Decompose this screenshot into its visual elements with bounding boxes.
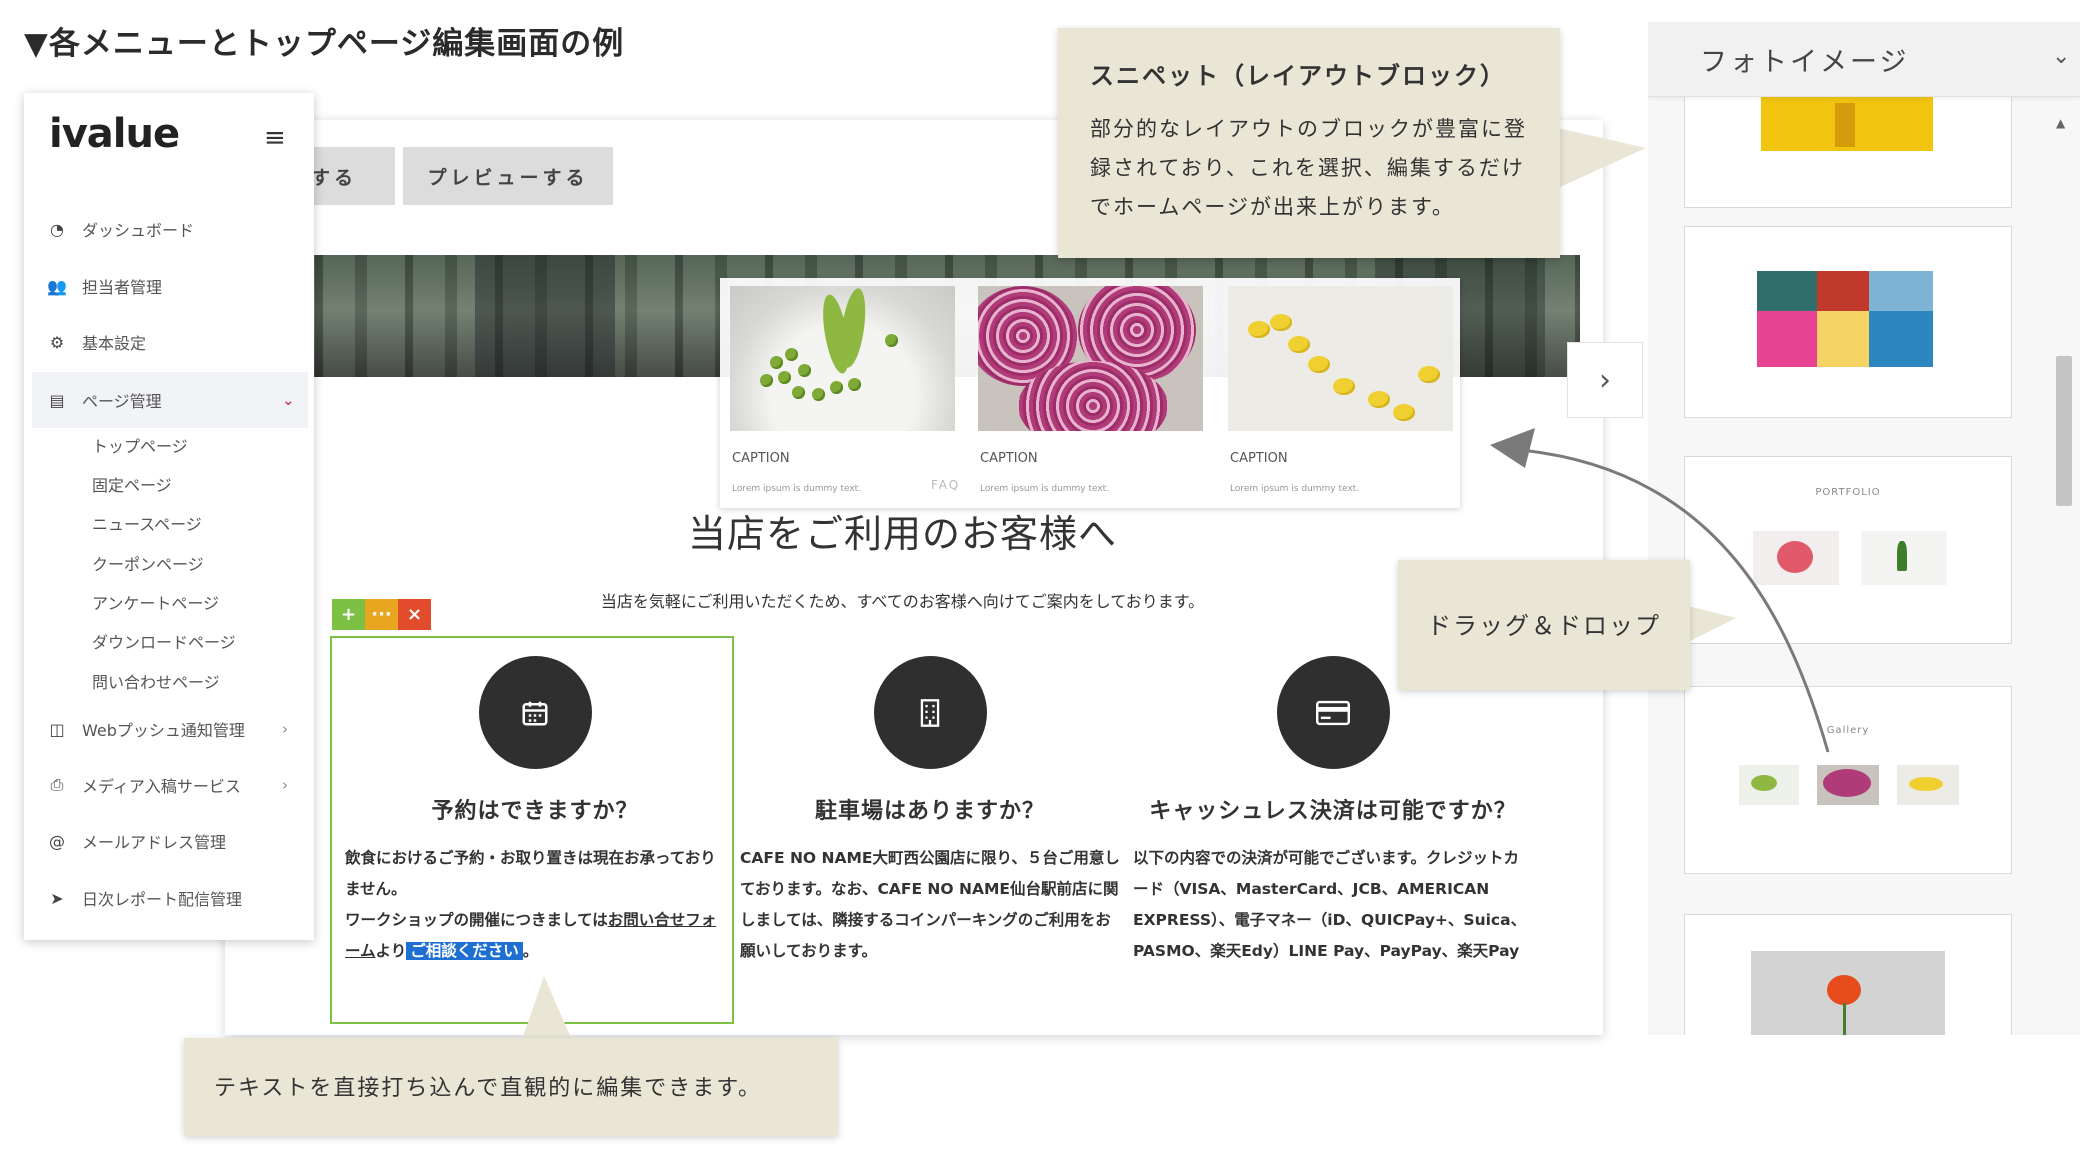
sidebar-item-label: ダッシュボード: [82, 221, 195, 240]
sidebar-subitem-coupon[interactable]: クーポンページ: [92, 551, 204, 575]
page-title: ▼各メニューとトップページ編集画面の例: [24, 26, 625, 62]
callout-pointer: [522, 976, 572, 1040]
sidebar-subitem-fixed[interactable]: 固定ページ: [92, 472, 172, 496]
column-body[interactable]: 以下の内容での決済が可能でございます。クレジットカード（VISA、MasterC…: [1133, 843, 1533, 967]
faq-column[interactable]: 駐車場はありますか？ CAFE NO NAME大町西公園店に限り、５台ご用意して…: [740, 656, 1120, 967]
calendar-icon: [478, 656, 592, 769]
columns-icon: ◫: [49, 719, 65, 739]
credit-card-icon: [1276, 656, 1390, 769]
sidebar-item-push[interactable]: ◫ Webプッシュ通知管理 ›: [32, 703, 308, 755]
snippet-card[interactable]: [1684, 226, 2012, 418]
users-icon: 👥: [47, 276, 67, 296]
block-toolbar: + ··· ×: [332, 599, 431, 630]
sidebar-item-dashboard[interactable]: ◔ ダッシュボード: [32, 203, 308, 255]
sidebar-item-report[interactable]: ➤ 日次レポート配信管理: [32, 872, 308, 924]
drag-drop-callout: ドラッグ＆ドロップ: [1398, 560, 1690, 690]
delete-block-button[interactable]: ×: [398, 599, 431, 630]
scrollbar-thumb[interactable]: [2056, 356, 2072, 506]
preview-button[interactable]: プレビューする: [403, 147, 613, 205]
chevron-down-icon: ⌄: [282, 391, 295, 409]
gallery-item: CAPTION Lorem ipsum is dummy text.: [730, 286, 955, 494]
sidebar-item-label: 日次レポート配信管理: [82, 890, 243, 909]
document-icon: ▤: [49, 390, 65, 410]
printer-icon: ⎙: [50, 775, 64, 794]
send-icon: ➤: [50, 888, 64, 908]
snippet-card[interactable]: Gallery: [1684, 686, 2012, 874]
column-title[interactable]: 予約はできますか？: [345, 793, 725, 825]
chevron-right-icon[interactable]: ›: [1567, 342, 1643, 418]
chevron-right-icon: ›: [282, 720, 288, 738]
column-title[interactable]: キャッシュレス決済は可能ですか？: [1133, 793, 1533, 825]
sidebar-subitem-contact[interactable]: 問い合わせページ: [92, 669, 220, 693]
gallery-text: Lorem ipsum is dummy text.: [732, 484, 862, 494]
chevron-down-icon: ⌄: [2052, 44, 2071, 69]
gallery-text: Lorem ipsum is dummy text.: [1230, 484, 1360, 494]
sidebar-subitem-top[interactable]: トップページ: [92, 433, 188, 457]
faq-column[interactable]: キャッシュレス決済は可能ですか？ 以下の内容での決済が可能でございます。クレジッ…: [1133, 656, 1533, 967]
admin-sidebar: ivalue ≡ ◔ ダッシュボード 👥 担当者管理 ⚙ 基本設定 ▤ ページ管…: [24, 93, 314, 940]
gallery-caption: CAPTION: [732, 451, 790, 466]
sidebar-subitem-download[interactable]: ダウンロードページ: [92, 629, 236, 653]
lemon-image: [1228, 286, 1453, 431]
selected-text[interactable]: ご相談ください: [406, 942, 523, 960]
gallery-item: CAPTION Lorem ipsum is dummy text.: [1228, 286, 1453, 494]
column-body[interactable]: CAFE NO NAME大町西公園店に限り、５台ご用意しております。なお、CAF…: [740, 843, 1120, 967]
sidebar-item-media[interactable]: ⎙ メディア入稿サービス ›: [32, 759, 308, 811]
dashboard-icon: ◔: [50, 219, 64, 239]
scroll-up-icon[interactable]: ▲: [2056, 116, 2065, 130]
at-icon: @: [49, 831, 65, 851]
callout-title: スニペット（レイアウトブロック）: [1090, 62, 1506, 90]
sidebar-item-label: 担当者管理: [82, 278, 163, 297]
logo: ivalue: [49, 111, 180, 157]
gear-icon: ⚙: [49, 332, 65, 352]
gallery-text: Lorem ipsum is dummy text.: [980, 484, 1110, 494]
sidebar-item-label: 基本設定: [82, 334, 147, 353]
snippet-card[interactable]: [1684, 96, 2012, 208]
callout-text: 部分的なレイアウトのブロックが豊富に登録されており、これを選択、編集するだけでホ…: [1090, 117, 1527, 219]
callout-pointer: [1558, 128, 1646, 188]
gallery-item: CAPTION Lorem ipsum is dummy text.: [978, 286, 1203, 494]
sidebar-subitem-news[interactable]: ニュースページ: [92, 511, 202, 535]
snippet-category-select[interactable]: フォトイメージ ⌄: [1648, 22, 2080, 97]
snippet-callout: スニペット（レイアウトブロック） 部分的なレイアウトのブロックが豊富に登録されて…: [1058, 28, 1560, 258]
section-title[interactable]: 当店をご利用のお客様へ: [225, 503, 1580, 558]
card-label: PORTFOLIO: [1815, 487, 1881, 498]
more-options-button[interactable]: ···: [365, 599, 398, 630]
sidebar-item-users[interactable]: 👥 担当者管理: [32, 260, 308, 312]
callout-pointer: [1688, 606, 1736, 642]
menu-toggle-icon[interactable]: ≡: [264, 123, 286, 153]
snippet-category-label: フォトイメージ: [1700, 47, 1910, 78]
column-body[interactable]: 飲食におけるご予約・お取り置きは現在お承っておりません。 ワークショップの開催につ…: [345, 843, 725, 967]
building-icon: [873, 656, 987, 769]
sidebar-item-label: Webプッシュ通知管理: [82, 721, 245, 740]
callout-text: テキストを直接打ち込んで直観的に編集できます。: [214, 1076, 763, 1101]
gallery-caption: CAPTION: [1230, 451, 1288, 466]
peas-image: [730, 286, 955, 431]
column-title[interactable]: 駐車場はありますか？: [740, 793, 1120, 825]
sidebar-item-email[interactable]: @ メールアドレス管理: [32, 815, 308, 867]
faq-column[interactable]: 予約はできますか？ 飲食におけるご予約・お取り置きは現在お承っておりません。 ワー…: [345, 656, 725, 967]
sidebar-item-label: ページ管理: [82, 392, 162, 411]
card-label: Gallery: [1826, 725, 1870, 736]
sidebar-item-label: メールアドレス管理: [82, 833, 227, 852]
onion-image: [978, 286, 1203, 431]
chevron-right-icon: ›: [282, 776, 288, 794]
snippet-panel: フォトイメージ ⌄ PORTFOLIO Gallery ▲: [1648, 22, 2080, 1035]
snippet-card[interactable]: [1684, 914, 2012, 1035]
gallery-snippet[interactable]: CAPTION Lorem ipsum is dummy text. CAPTI…: [720, 278, 1460, 508]
gallery-caption: CAPTION: [980, 451, 1038, 466]
text-edit-callout: テキストを直接打ち込んで直観的に編集できます。: [184, 1038, 838, 1136]
callout-text: ドラッグ＆ドロップ: [1427, 612, 1661, 640]
sidebar-item-pages[interactable]: ▤ ページ管理 ⌄: [32, 372, 308, 428]
add-block-button[interactable]: +: [332, 599, 365, 630]
sidebar-item-label: メディア入稿サービス: [82, 777, 241, 796]
scrollbar[interactable]: ▲: [2053, 116, 2075, 1021]
sidebar-item-settings[interactable]: ⚙ 基本設定: [32, 316, 308, 368]
sidebar-subitem-survey[interactable]: アンケートページ: [92, 590, 219, 614]
faq-label: FAQ: [931, 478, 961, 492]
